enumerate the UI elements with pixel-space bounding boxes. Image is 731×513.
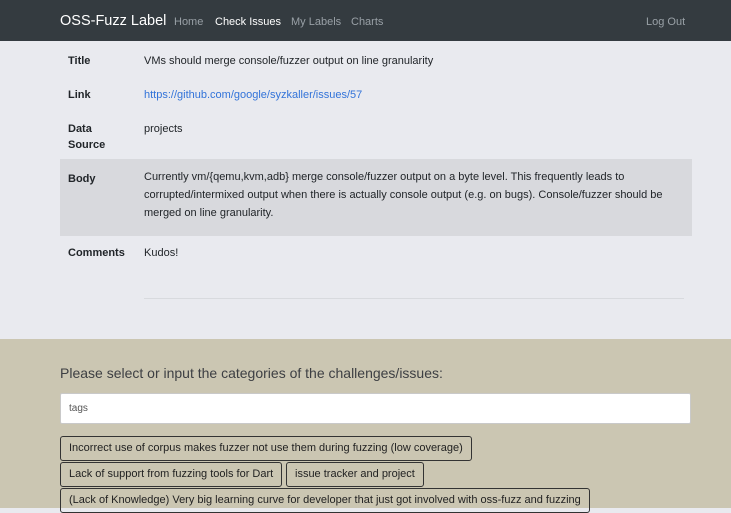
navbar: OSS-Fuzz Label Home Check Issues My Labe… [0, 0, 731, 41]
tagging-panel: Please select or input the categories of… [0, 339, 731, 513]
data-source: projects [144, 123, 183, 135]
category-prompt: Please select or input the categories of… [60, 365, 443, 381]
tag-chip-dart[interactable]: Lack of support from fuzzing tools for D… [60, 462, 283, 487]
body-label: Body [68, 173, 96, 185]
tag-chip-lack-of-knowledge[interactable]: (Lack of Knowledge) Very big learning cu… [60, 488, 590, 513]
link-row: Link https://github.com/google/syzkaller… [60, 85, 692, 119]
issue-body: Currently vm/{qemu,kvm,adb} merge consol… [144, 171, 663, 219]
brand-logo[interactable]: OSS-Fuzz Label [60, 13, 166, 29]
nav-home[interactable]: Home [174, 16, 203, 28]
issue-comments: Kudos! [144, 247, 179, 259]
comments-label: Comments [68, 247, 125, 259]
source-row: Data Source projects [60, 119, 692, 159]
title-label: Title [68, 55, 91, 67]
issue-link[interactable]: https://github.com/google/syzkaller/issu… [144, 86, 670, 104]
comments-row: Comments Kudos! [60, 236, 692, 276]
nav-my-labels[interactable]: My Labels [291, 16, 341, 28]
tag-chip-corpus[interactable]: Incorrect use of corpus makes fuzzer not… [60, 436, 472, 461]
title-row: Title VMs should merge console/fuzzer ou… [60, 51, 692, 85]
body-row: Body Currently vm/{qemu,kvm,adb} merge c… [60, 159, 692, 236]
issue-details: Title VMs should merge console/fuzzer ou… [0, 41, 731, 339]
logout-link[interactable]: Log Out [646, 16, 685, 28]
link-label: Link [68, 89, 91, 101]
tag-chip-issue-tracker[interactable]: issue tracker and project [286, 462, 424, 487]
source-label: Data Source [68, 123, 106, 151]
divider [144, 298, 684, 299]
issue-title: VMs should merge console/fuzzer output o… [144, 55, 434, 67]
tags-input[interactable] [60, 393, 691, 424]
nav-check-issues[interactable]: Check Issues [215, 16, 281, 28]
nav-charts[interactable]: Charts [351, 16, 383, 28]
